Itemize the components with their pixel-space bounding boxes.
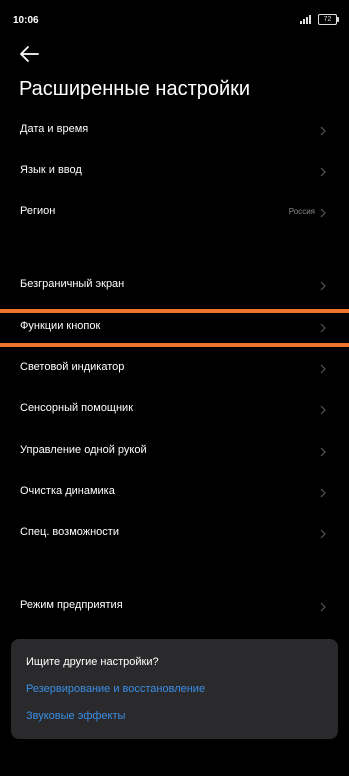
settings-item-label: Сенсорный помощник [20, 402, 134, 414]
chevron-right-icon [320, 323, 326, 333]
chevron-right-icon [320, 281, 326, 291]
page-title: Расширенные настройки [19, 78, 251, 100]
chevron-right-icon [320, 208, 326, 218]
settings-item-label: Регион [20, 205, 56, 217]
settings-item-label: Спец. возможности [20, 526, 119, 538]
highlight-top-line [0, 309, 349, 313]
suggestions-card: Ищите другие настройки? Резервирование и… [11, 639, 338, 739]
chevron-right-icon [320, 447, 326, 457]
battery-icon: 72 [318, 14, 339, 25]
settings-item-label: Режим предприятия [20, 599, 123, 611]
chevron-right-icon [320, 602, 326, 612]
settings-item-button-functions[interactable]: Функции кнопок [0, 308, 349, 348]
signal-icon [300, 15, 314, 24]
settings-item-quick-ball[interactable]: Сенсорный помощник [0, 390, 349, 430]
settings-item-label: Безграничный экран [20, 278, 125, 290]
settings-item-region[interactable]: Регион Россия [0, 193, 349, 233]
chevron-right-icon [320, 405, 326, 415]
arrow-left-icon [20, 46, 39, 62]
settings-item-enterprise[interactable]: Режим предприятия [0, 587, 349, 627]
settings-item-label: Язык и ввод [20, 164, 82, 176]
settings-item-led-indicator[interactable]: Световой индикатор [0, 349, 349, 389]
settings-item-label: Функции кнопок [20, 320, 101, 332]
back-button[interactable] [18, 44, 40, 64]
settings-item-label: Световой индикатор [20, 361, 125, 373]
status-bar: 10:06 72 [0, 0, 349, 36]
settings-item-language[interactable]: Язык и ввод [0, 152, 349, 192]
settings-item-fullscreen[interactable]: Безграничный экран [0, 266, 349, 306]
settings-item-one-handed[interactable]: Управление одной рукой [0, 432, 349, 472]
settings-item-label: Управление одной рукой [20, 444, 147, 456]
settings-item-label: Очистка динамика [20, 485, 115, 497]
settings-item-accessibility[interactable]: Спец. возможности [0, 514, 349, 554]
system-icons: 72 [300, 14, 339, 25]
suggestions-title: Ищите другие настройки? [26, 656, 159, 668]
chevron-right-icon [320, 167, 326, 177]
suggestion-link-sound-effects[interactable]: Звуковые эффекты [26, 710, 125, 722]
status-time: 10:06 [13, 15, 39, 26]
chevron-right-icon [320, 529, 326, 539]
settings-item-speaker-clean[interactable]: Очистка динамика [0, 473, 349, 513]
region-value: Россия [288, 207, 315, 216]
settings-item-date-time[interactable]: Дата и время [0, 111, 349, 151]
highlight-bottom-line [0, 343, 349, 347]
settings-item-label: Дата и время [20, 123, 89, 135]
chevron-right-icon [320, 488, 326, 498]
chevron-right-icon [320, 364, 326, 374]
suggestion-link-backup[interactable]: Резервирование и восстановление [26, 683, 205, 695]
chevron-right-icon [320, 126, 326, 136]
